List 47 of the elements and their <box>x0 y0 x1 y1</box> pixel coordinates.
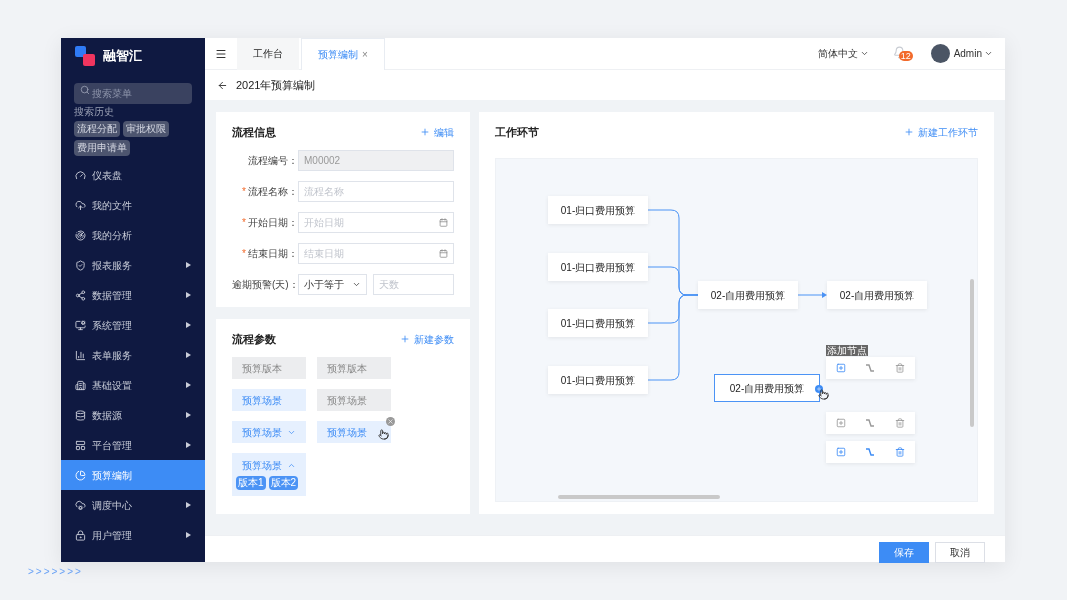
workflow-node[interactable]: 02-自用费用预算 <box>827 281 927 309</box>
menu-item[interactable]: 基础设置 <box>61 370 205 400</box>
user-menu[interactable]: Admin <box>953 46 993 61</box>
language-selector[interactable]: 简体中文 <box>817 46 869 61</box>
menu-item[interactable]: 数据源 <box>61 400 205 430</box>
card-action-link[interactable]: 新建参数 <box>400 331 454 347</box>
history-tag[interactable]: 审批权限 <box>123 121 169 137</box>
close-tab-button[interactable]: × <box>362 46 368 62</box>
page-tab[interactable]: 工作台 <box>237 37 299 70</box>
card-action-link[interactable]: 新建工作环节 <box>904 124 978 140</box>
menu-search-field[interactable]: 搜索菜单 <box>74 83 192 104</box>
decoration-arrows: >>>>>>> <box>28 565 83 579</box>
history-tag[interactable]: 费用申请单 <box>74 140 130 156</box>
search-history-label: 搜索历史 <box>74 105 115 118</box>
menu-item[interactable]: 用户管理 <box>61 520 205 550</box>
tooltip: 添加节点 <box>826 345 868 356</box>
field-label: * 结束日期： <box>241 247 298 261</box>
menu-item[interactable]: 仪表盘 <box>61 160 205 190</box>
menu-item[interactable]: 系统管理 <box>61 310 205 340</box>
menu-item[interactable]: 报表服务 <box>61 250 205 280</box>
days-input-field[interactable]: 天数 <box>373 274 454 295</box>
workflow-node[interactable]: 01-归口费用预算 <box>548 366 648 394</box>
page-tab[interactable]: 预算编制 × <box>301 37 385 70</box>
menu-item[interactable]: 表单服务 <box>61 340 205 370</box>
card-title: 流程参数 <box>232 331 276 347</box>
menu-item[interactable]: 调度中心 <box>61 490 205 520</box>
card-action-link[interactable]: 编辑 <box>420 124 454 140</box>
menu-item[interactable]: 平台管理 <box>61 430 205 460</box>
workflow-node[interactable]: 01-归口费用预算 <box>548 253 648 281</box>
workflow-node[interactable]: 01-归口费用预算 <box>548 309 648 337</box>
card-title: 工作环节 <box>495 124 539 140</box>
menu-item[interactable]: 我的文件 <box>61 190 205 220</box>
condition-select[interactable]: 小于等于 <box>298 274 367 295</box>
card-title: 流程信息 <box>232 124 276 140</box>
menu-item[interactable]: 我的分析 <box>61 220 205 250</box>
field-label: 流程编号： <box>247 154 298 168</box>
history-tag[interactable]: 流程分配 <box>74 121 120 137</box>
workflow-node[interactable]: 02-自用费用预算 <box>698 281 798 309</box>
field-label: 逾期预警(天)： <box>232 278 298 292</box>
cancel-button[interactable]: 取消 <box>935 542 985 563</box>
notification-count: 12 <box>898 50 913 61</box>
page-title: 2021年预算编制 <box>236 77 316 93</box>
app-name: 融智汇 <box>103 47 142 66</box>
field-label: * 开始日期： <box>241 216 298 230</box>
menu-item[interactable]: 数据管理 <box>61 280 205 310</box>
workflow-node[interactable]: 01-归口费用预算 <box>548 196 648 224</box>
field-label: * 流程名称： <box>241 185 298 199</box>
